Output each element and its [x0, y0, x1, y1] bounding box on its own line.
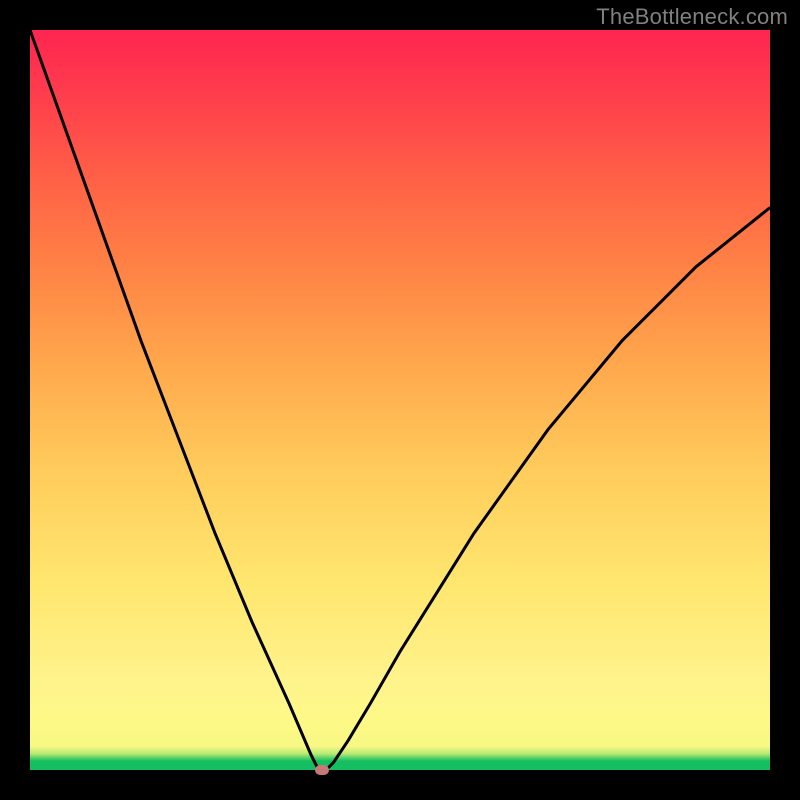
bottleneck-curve: [30, 30, 770, 770]
chart-frame: TheBottleneck.com: [0, 0, 800, 800]
curve-path: [30, 30, 770, 770]
plot-area: [30, 30, 770, 770]
minimum-marker: [315, 765, 329, 775]
watermark-text: TheBottleneck.com: [596, 4, 788, 30]
